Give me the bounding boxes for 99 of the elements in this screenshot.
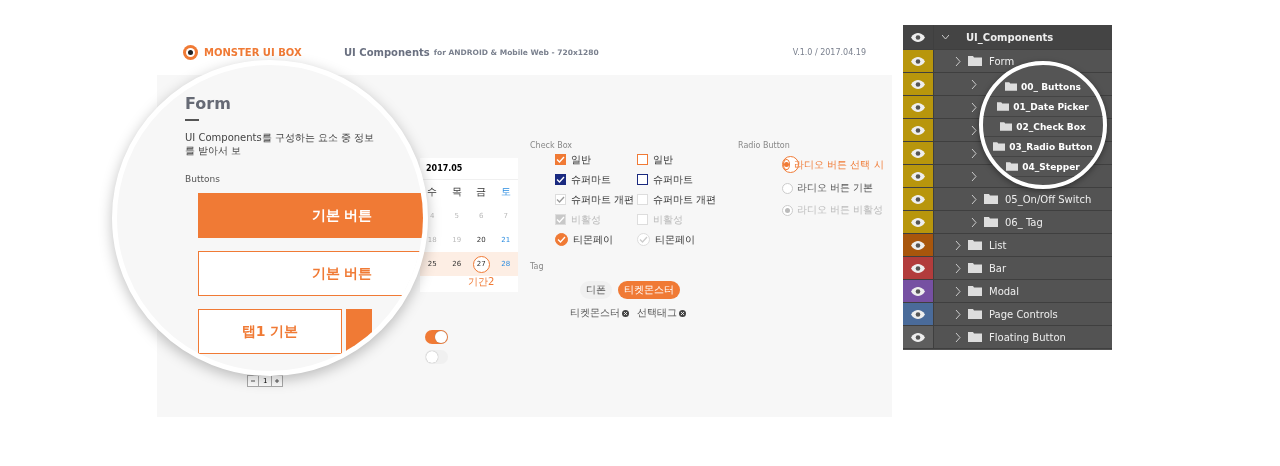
- weekday-label: 금: [475, 185, 488, 199]
- chevron-icon[interactable]: [970, 125, 977, 135]
- eye-icon[interactable]: [911, 56, 925, 66]
- weekday-label: 수: [426, 185, 439, 199]
- close-icon[interactable]: [679, 309, 686, 317]
- layer-name[interactable]: Page Controls: [989, 308, 1058, 320]
- layer-name[interactable]: 02_Check Box: [1016, 121, 1086, 132]
- check-icon: [639, 236, 648, 243]
- eye-icon[interactable]: [911, 125, 925, 135]
- eye-icon[interactable]: [911, 171, 925, 181]
- folder-icon: [1005, 82, 1017, 91]
- layer-name[interactable]: List: [989, 239, 1007, 251]
- checkbox-label: 슈퍼마트: [571, 172, 611, 187]
- eye-icon[interactable]: [911, 309, 925, 319]
- checkbox-label: 일반: [571, 152, 591, 167]
- chevron-icon[interactable]: [954, 286, 961, 296]
- layer-name[interactable]: Floating Button: [989, 331, 1066, 343]
- radio-button[interactable]: [783, 159, 790, 170]
- layer-name[interactable]: Form: [989, 55, 1015, 67]
- check-icon: [557, 236, 566, 243]
- brand-name: MONSTER UI BOX: [204, 47, 303, 58]
- close-icon[interactable]: [622, 309, 629, 317]
- checkbox-label: 슈퍼마트 개편: [571, 192, 635, 207]
- section-label: Buttons: [185, 174, 221, 184]
- weekday-label: 토: [499, 185, 512, 199]
- eye-icon[interactable]: [911, 79, 925, 89]
- folder-icon: [968, 263, 982, 273]
- toggle-switch[interactable]: [425, 330, 448, 344]
- chevron-icon[interactable]: [942, 32, 949, 42]
- checkbox-label: 티몬페이: [655, 232, 695, 247]
- section-label: Radio Button: [738, 141, 791, 150]
- layer-name[interactable]: 05_On/Off Switch: [1005, 193, 1092, 205]
- checkbox-label: 슈퍼마트: [653, 172, 693, 187]
- eye-icon[interactable]: [911, 217, 925, 227]
- eye-icon[interactable]: [911, 332, 925, 342]
- layer-name[interactable]: 03_Radio Button: [1009, 141, 1093, 152]
- weekday-label: 목: [450, 185, 463, 199]
- eye-icon[interactable]: [911, 240, 925, 250]
- radio-label: 라디오 버튼 선택 시: [794, 158, 884, 172]
- folder-icon: [968, 332, 982, 342]
- checkbox[interactable]: [555, 174, 566, 185]
- eye-icon[interactable]: [911, 148, 925, 158]
- section-description: UI Components를 구성하는 요소 중 정보를 받아서 보: [185, 131, 375, 157]
- chevron-icon[interactable]: [970, 148, 977, 158]
- checkbox[interactable]: [637, 154, 648, 165]
- folder-icon: [984, 217, 998, 227]
- folder-icon: [968, 56, 982, 66]
- tag-label: 티켓몬스터: [570, 306, 620, 320]
- folder-icon: [1006, 162, 1019, 171]
- checkbox[interactable]: [555, 154, 566, 165]
- check-icon: [556, 196, 565, 203]
- tag[interactable]: 디폰: [580, 281, 612, 299]
- folder-icon: [997, 102, 1010, 111]
- eye-icon[interactable]: [911, 263, 925, 273]
- checkbox[interactable]: [637, 174, 648, 185]
- layer-name[interactable]: 00_ Buttons: [1021, 81, 1081, 92]
- folder-icon: [1000, 122, 1013, 131]
- layer-name[interactable]: Modal: [989, 285, 1019, 297]
- tag-label: 선택태그: [637, 306, 677, 320]
- section-label: Check Box: [530, 141, 574, 150]
- toggle-switch[interactable]: [425, 350, 448, 364]
- chevron-icon[interactable]: [970, 171, 977, 181]
- folder-icon: [968, 286, 982, 296]
- checkbox-label: 일반: [653, 152, 673, 167]
- page-title: UI Components: [344, 47, 430, 58]
- chevron-icon[interactable]: [954, 332, 961, 342]
- layer-name[interactable]: 06_ Tag: [1005, 216, 1043, 228]
- radio-label: 라디오 버튼 기본: [797, 181, 874, 195]
- logo-icon: [183, 45, 198, 60]
- section-label: Tag: [530, 262, 545, 271]
- layer-name[interactable]: 04_Stepper: [1022, 161, 1080, 172]
- chevron-icon[interactable]: [954, 240, 961, 250]
- chevron-icon[interactable]: [954, 309, 961, 319]
- folder-icon: [968, 240, 982, 250]
- version-label: V.1.0 / 2017.04.19: [792, 48, 866, 57]
- eye-icon[interactable]: [911, 194, 925, 204]
- chevron-icon[interactable]: [954, 56, 961, 66]
- eye-icon[interactable]: [911, 102, 925, 112]
- chevron-icon[interactable]: [970, 194, 977, 204]
- layer-name[interactable]: 01_Date Picker: [1013, 101, 1089, 112]
- chevron-icon[interactable]: [970, 217, 977, 227]
- folder-icon: [993, 142, 1006, 151]
- folder-icon: [968, 309, 982, 319]
- folder-icon: [984, 194, 998, 204]
- layer-name[interactable]: Bar: [989, 262, 1007, 274]
- check-icon: [556, 176, 565, 183]
- checkbox-label: 티몬페이: [573, 232, 613, 247]
- day-note: 기간2: [468, 274, 495, 289]
- chevron-icon[interactable]: [954, 263, 961, 273]
- section-heading: Form: [185, 94, 232, 113]
- checkbox[interactable]: [555, 233, 568, 246]
- check-icon: [556, 156, 565, 163]
- checkbox-label: 슈퍼마트 개편: [653, 192, 717, 207]
- chevron-icon[interactable]: [970, 79, 977, 89]
- eye-icon[interactable]: [911, 286, 925, 296]
- chevron-icon[interactable]: [970, 102, 977, 112]
- radio-button[interactable]: [782, 182, 793, 194]
- check-icon: [556, 216, 565, 223]
- eye-icon[interactable]: [911, 32, 925, 42]
